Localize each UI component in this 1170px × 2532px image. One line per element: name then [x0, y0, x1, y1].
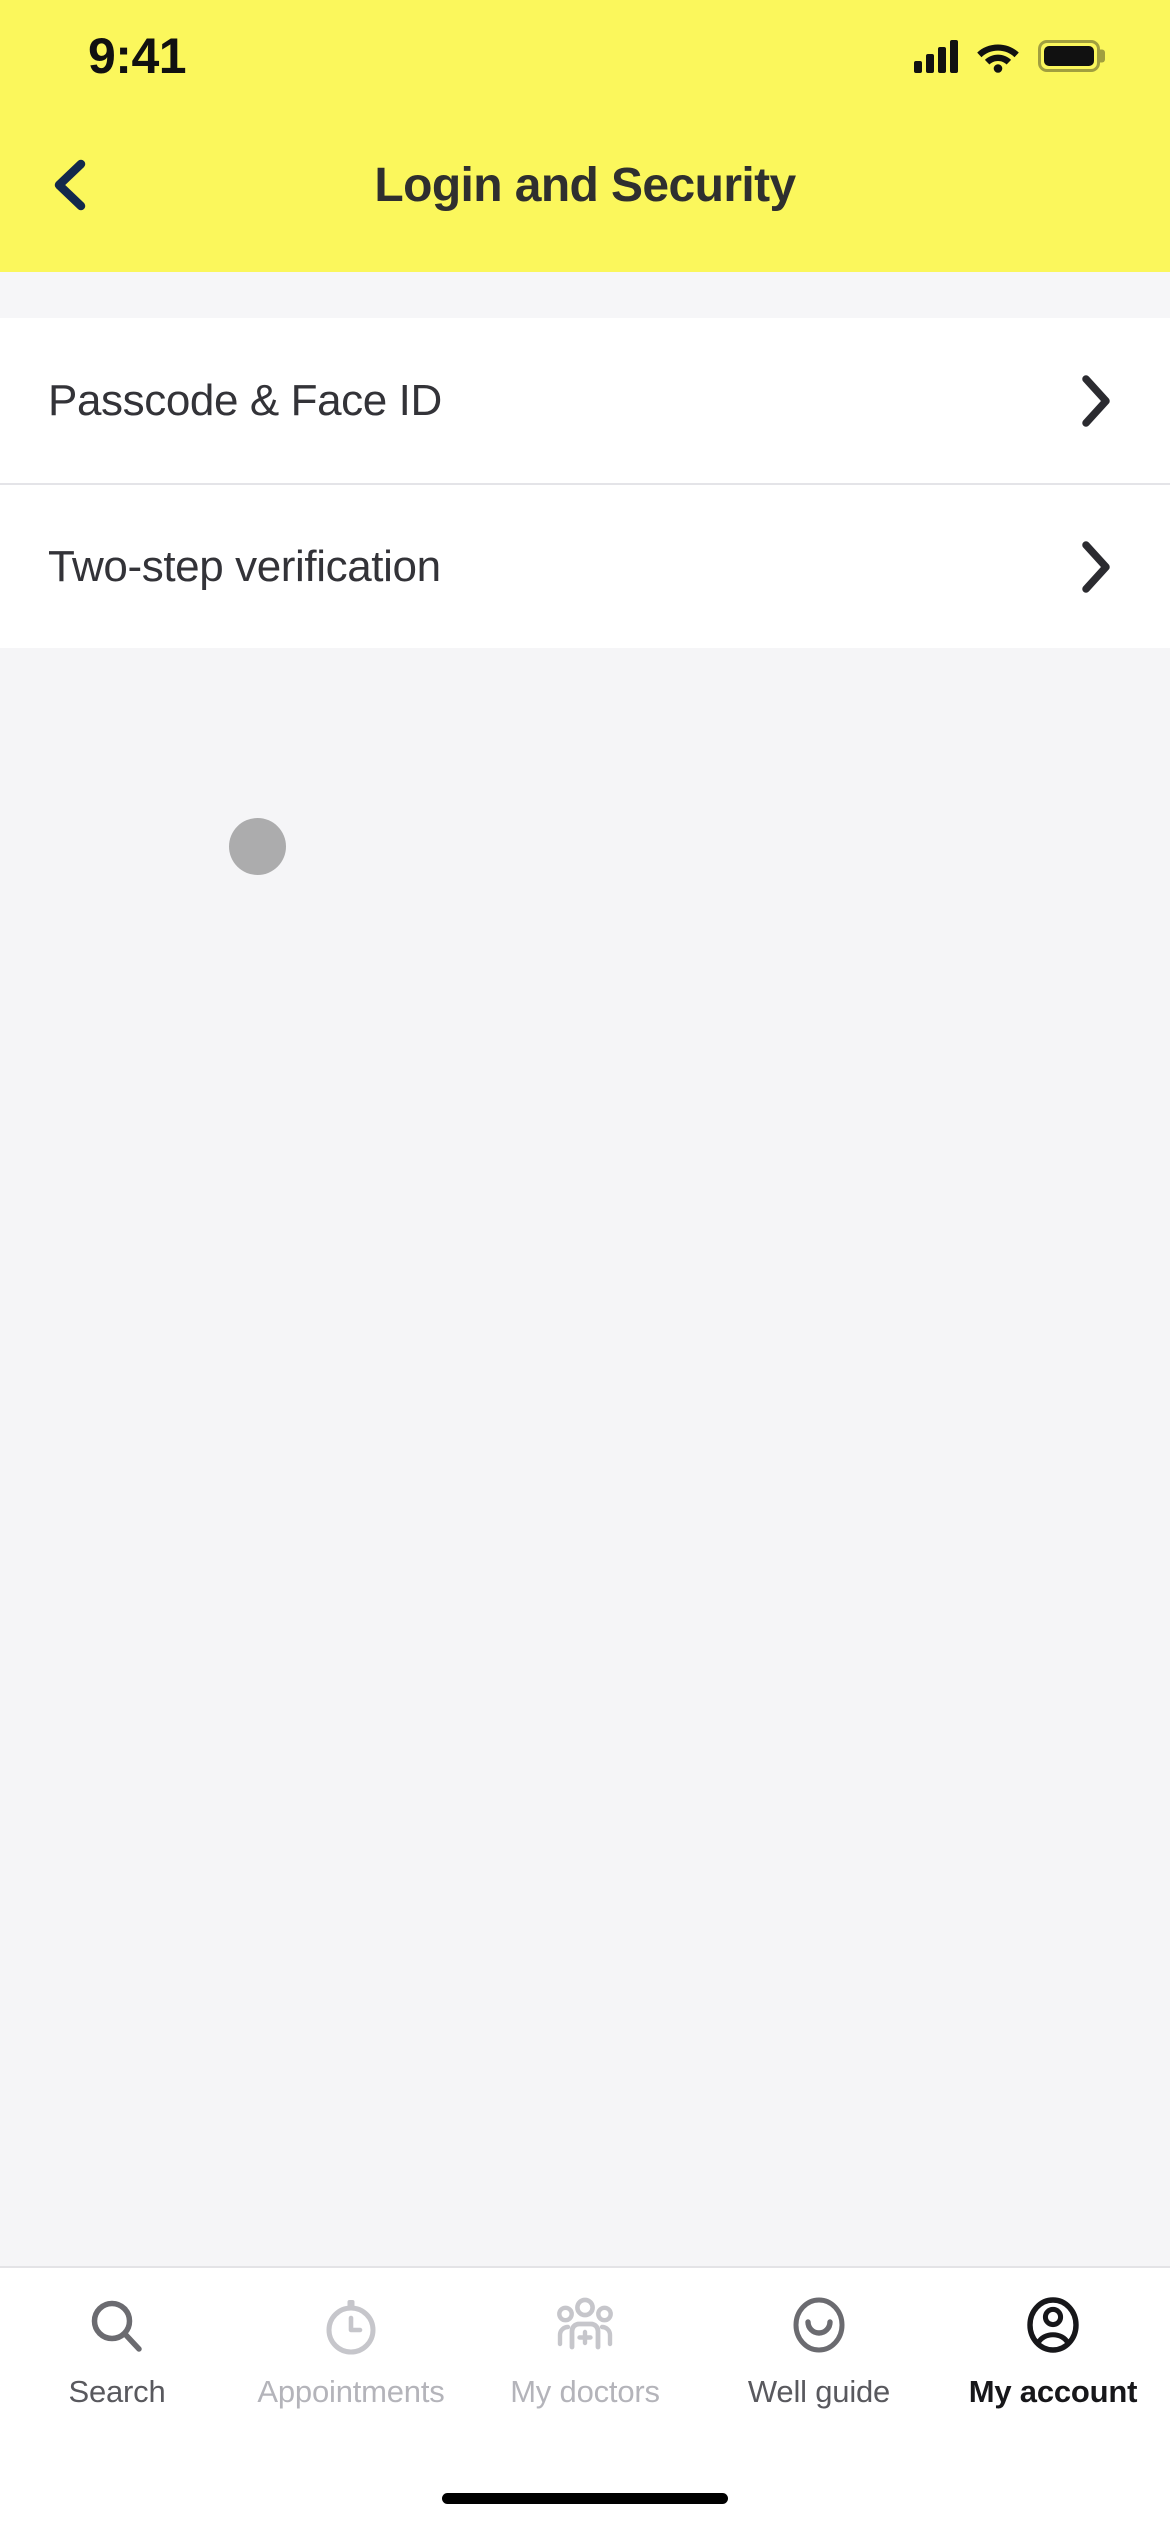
chevron-left-icon [54, 159, 86, 211]
wifi-icon [977, 44, 1019, 73]
bottom-tab-bar: Search Appointments My doctors Well guid… [0, 2266, 1170, 2464]
smiley-face-icon [793, 2297, 845, 2353]
tab-appointments[interactable]: Appointments [234, 2294, 468, 2410]
list-item-passcode-face-id[interactable]: Passcode & Face ID [0, 318, 1170, 483]
tab-my-account[interactable]: My account [936, 2294, 1170, 2410]
status-bar: 9:41 [0, 0, 1170, 98]
doctors-group-icon [557, 2297, 613, 2350]
tab-label: Search [68, 2374, 166, 2409]
settings-list: Passcode & Face ID Two-step verification [0, 318, 1170, 648]
account-avatar-icon [1027, 2297, 1079, 2353]
cellular-signal-icon [914, 39, 958, 73]
header: 9:41 Login and Security [0, 0, 1170, 272]
section-spacer [0, 272, 1170, 318]
page-title: Login and Security [374, 158, 796, 212]
chevron-right-icon [1082, 374, 1110, 427]
navigation-bar: Login and Security [0, 98, 1170, 272]
tab-label: Well guide [747, 2374, 891, 2409]
home-indicator[interactable] [442, 2492, 728, 2504]
content-area: Passcode & Face ID Two-step verification [0, 272, 1170, 2266]
search-icon [91, 2300, 142, 2352]
tab-label: My account [968, 2374, 1138, 2409]
tab-label: My doctors [510, 2374, 660, 2409]
status-bar-time: 9:41 [88, 28, 187, 84]
tab-label: Appointments [257, 2374, 445, 2409]
tab-search[interactable]: Search [0, 2294, 234, 2410]
home-indicator-zone [0, 2464, 1170, 2532]
battery-full-icon [1038, 40, 1100, 72]
tab-well-guide[interactable]: Well guide [702, 2294, 936, 2410]
empty-space [0, 648, 1170, 2266]
back-button[interactable] [22, 137, 118, 233]
chevron-right-icon [1082, 540, 1110, 593]
status-bar-icons [914, 39, 1108, 73]
list-item-label: Passcode & Face ID [48, 375, 442, 425]
list-item-two-step-verification[interactable]: Two-step verification [0, 483, 1170, 648]
tab-my-doctors[interactable]: My doctors [468, 2294, 702, 2410]
stopwatch-icon [326, 2300, 376, 2355]
app-screen: 9:41 Login and Security Passcode & Face … [0, 0, 1170, 2532]
list-item-label: Two-step verification [48, 541, 441, 591]
